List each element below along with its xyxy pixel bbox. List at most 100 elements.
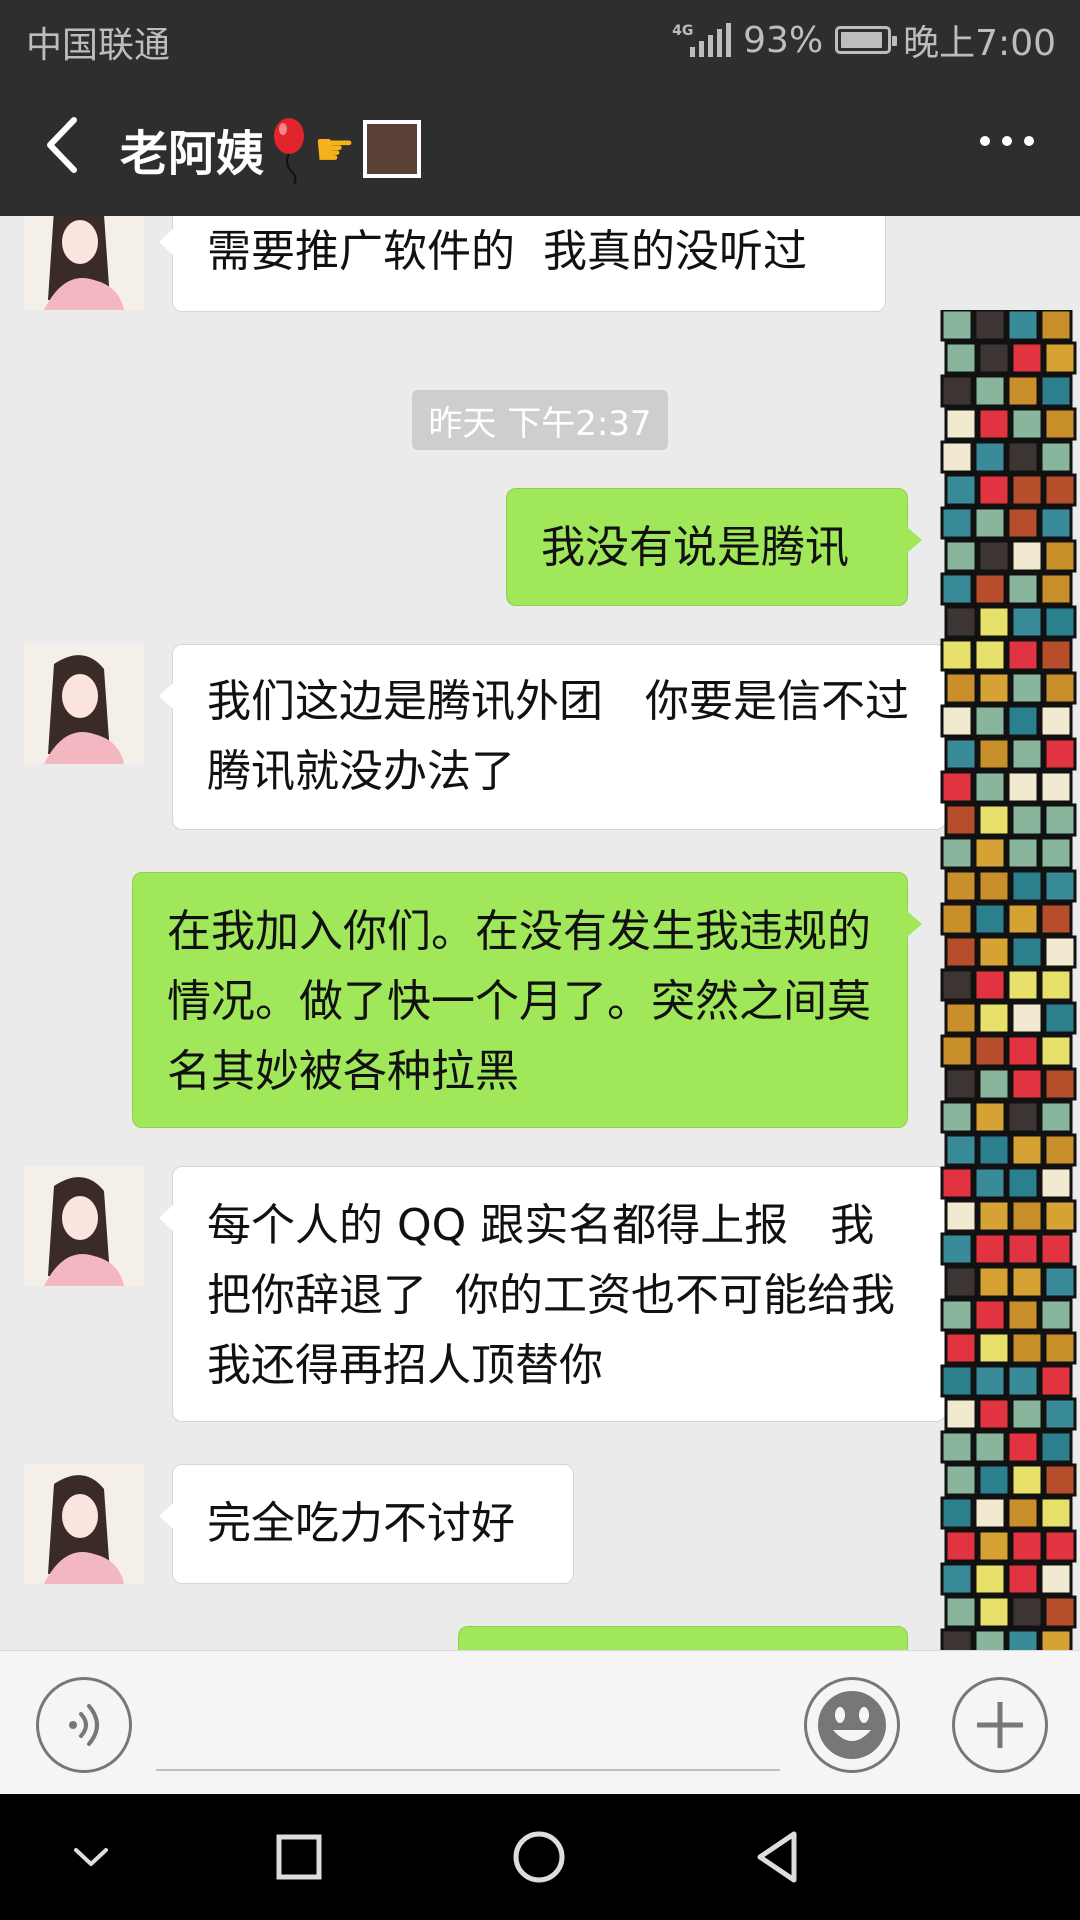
message-bubble-outgoing[interactable]: 我没有说是腾讯 <box>506 488 922 606</box>
mosaic-tile <box>973 902 1007 936</box>
pointing-hand-icon: ☛ <box>314 122 356 176</box>
mosaic-tile <box>1039 1496 1073 1530</box>
mosaic-tile <box>1010 1331 1044 1365</box>
mosaic-tile <box>944 407 978 441</box>
contact-name: 老阿姨 <box>120 126 265 182</box>
mosaic-tile <box>1006 1166 1040 1200</box>
mosaic-tile <box>977 737 1011 771</box>
mosaic-tile <box>1043 737 1077 771</box>
mosaic-tile <box>973 1100 1007 1134</box>
mosaic-tile <box>1010 473 1044 507</box>
more-input-button[interactable] <box>952 1677 1048 1773</box>
mosaic-tile <box>944 341 978 375</box>
mosaic-tile <box>977 1199 1011 1233</box>
mosaic-tile <box>977 407 1011 441</box>
redaction-mosaic <box>940 310 1077 1780</box>
recents-icon[interactable] <box>266 1824 332 1890</box>
mosaic-tile <box>973 1298 1007 1332</box>
mosaic-tile <box>1010 1133 1044 1167</box>
mosaic-tile <box>940 310 974 342</box>
mosaic-tile <box>973 1232 1007 1266</box>
mosaic-tile <box>1043 935 1077 969</box>
mosaic-tile <box>1010 341 1044 375</box>
mosaic-tile <box>973 638 1007 672</box>
mosaic-tile <box>944 539 978 573</box>
mosaic-tile <box>977 869 1011 903</box>
mosaic-tile <box>1039 968 1073 1002</box>
mosaic-tile <box>944 473 978 507</box>
mosaic-tile <box>940 1100 974 1134</box>
message-bubble-outgoing[interactable] <box>458 1626 908 1650</box>
mosaic-tile <box>977 1133 1011 1167</box>
home-icon[interactable] <box>506 1824 572 1890</box>
mosaic-tile <box>1039 1430 1073 1464</box>
mosaic-tile <box>1006 770 1040 804</box>
contact-avatar[interactable] <box>24 216 144 310</box>
back-icon[interactable] <box>746 1824 812 1890</box>
contact-avatar[interactable] <box>24 1166 144 1286</box>
mosaic-tile <box>977 539 1011 573</box>
battery-percent: 93% <box>743 19 824 61</box>
mosaic-tile <box>1006 374 1040 408</box>
mosaic-tile <box>1010 1199 1044 1233</box>
mosaic-tile <box>977 1265 1011 1299</box>
mosaic-tile <box>940 1298 974 1332</box>
message-bubble-incoming[interactable]: 我们这边是腾讯外团 你要是信不过腾讯就没办法了 <box>159 644 946 830</box>
mosaic-tile <box>973 506 1007 540</box>
mosaic-tile <box>977 1595 1011 1629</box>
clock: 晚上7:00 <box>903 23 1056 64</box>
voice-button[interactable] <box>36 1677 132 1773</box>
mosaic-tile <box>1039 902 1073 936</box>
message-bubble-incoming[interactable]: 完全吃力不讨好 <box>159 1464 574 1584</box>
more-options-button[interactable] <box>980 136 1034 146</box>
emoji-button[interactable] <box>804 1677 900 1773</box>
mosaic-tile <box>944 1397 978 1431</box>
mosaic-tile <box>940 1034 974 1068</box>
mosaic-tile <box>940 770 974 804</box>
mosaic-tile <box>944 869 978 903</box>
plus-icon <box>977 1702 1023 1748</box>
chat-area[interactable]: 需要推广软件的 我真的没听过 昨天 下午2:37 我没有说是腾讯 我们这边是腾讯… <box>0 216 1080 1650</box>
message-bubble-incoming[interactable]: 每个人的 QQ 跟实名都得上报 我把你辞退了 你的工资也不可能给我 我还得再招人… <box>159 1166 946 1422</box>
signal-icon: 4G <box>672 23 732 57</box>
message-input[interactable] <box>156 1769 780 1771</box>
message-timestamp: 昨天 下午2:37 <box>412 390 668 450</box>
mosaic-tile <box>973 770 1007 804</box>
system-nav-bar <box>0 1794 1080 1920</box>
mosaic-tile <box>1043 1265 1077 1299</box>
network-type: 4G <box>672 23 694 39</box>
mosaic-tile <box>1039 1298 1073 1332</box>
mosaic-tile <box>973 1496 1007 1530</box>
mosaic-tile <box>944 1529 978 1563</box>
mosaic-tile <box>1006 638 1040 672</box>
mosaic-tile <box>944 1331 978 1365</box>
voice-icon <box>69 1704 99 1746</box>
back-arrow-icon[interactable] <box>36 110 96 180</box>
mosaic-tile <box>973 968 1007 1002</box>
mosaic-tile <box>1043 341 1077 375</box>
mosaic-tile <box>1043 1001 1077 1035</box>
mosaic-tile <box>1010 1595 1044 1629</box>
mosaic-tile <box>1043 1595 1077 1629</box>
mosaic-tile <box>940 1364 974 1398</box>
mosaic-tile <box>1006 1496 1040 1530</box>
mosaic-tile <box>977 671 1011 705</box>
hide-keyboard-icon[interactable] <box>58 1824 124 1890</box>
mosaic-tile <box>1039 704 1073 738</box>
mosaic-tile <box>973 704 1007 738</box>
brown-square-icon <box>363 120 422 178</box>
mosaic-tile <box>973 440 1007 474</box>
mosaic-tile <box>1006 704 1040 738</box>
message-bubble-incoming[interactable]: 需要推广软件的 我真的没听过 <box>159 216 886 312</box>
mosaic-tile <box>1039 1364 1073 1398</box>
message-bubble-outgoing[interactable]: 在我加入你们。在没有发生我违规的情况。做了快一个月了。突然之间莫名其妙被各种拉黑 <box>132 872 922 1128</box>
mosaic-tile <box>1043 1199 1077 1233</box>
contact-avatar[interactable] <box>24 1464 144 1584</box>
mosaic-tile <box>1010 539 1044 573</box>
contact-avatar[interactable] <box>24 644 144 764</box>
mosaic-tile <box>1010 869 1044 903</box>
mosaic-tile <box>1010 737 1044 771</box>
mosaic-tile <box>1006 1430 1040 1464</box>
mosaic-tile <box>977 1001 1011 1035</box>
input-bar <box>0 1650 1080 1794</box>
